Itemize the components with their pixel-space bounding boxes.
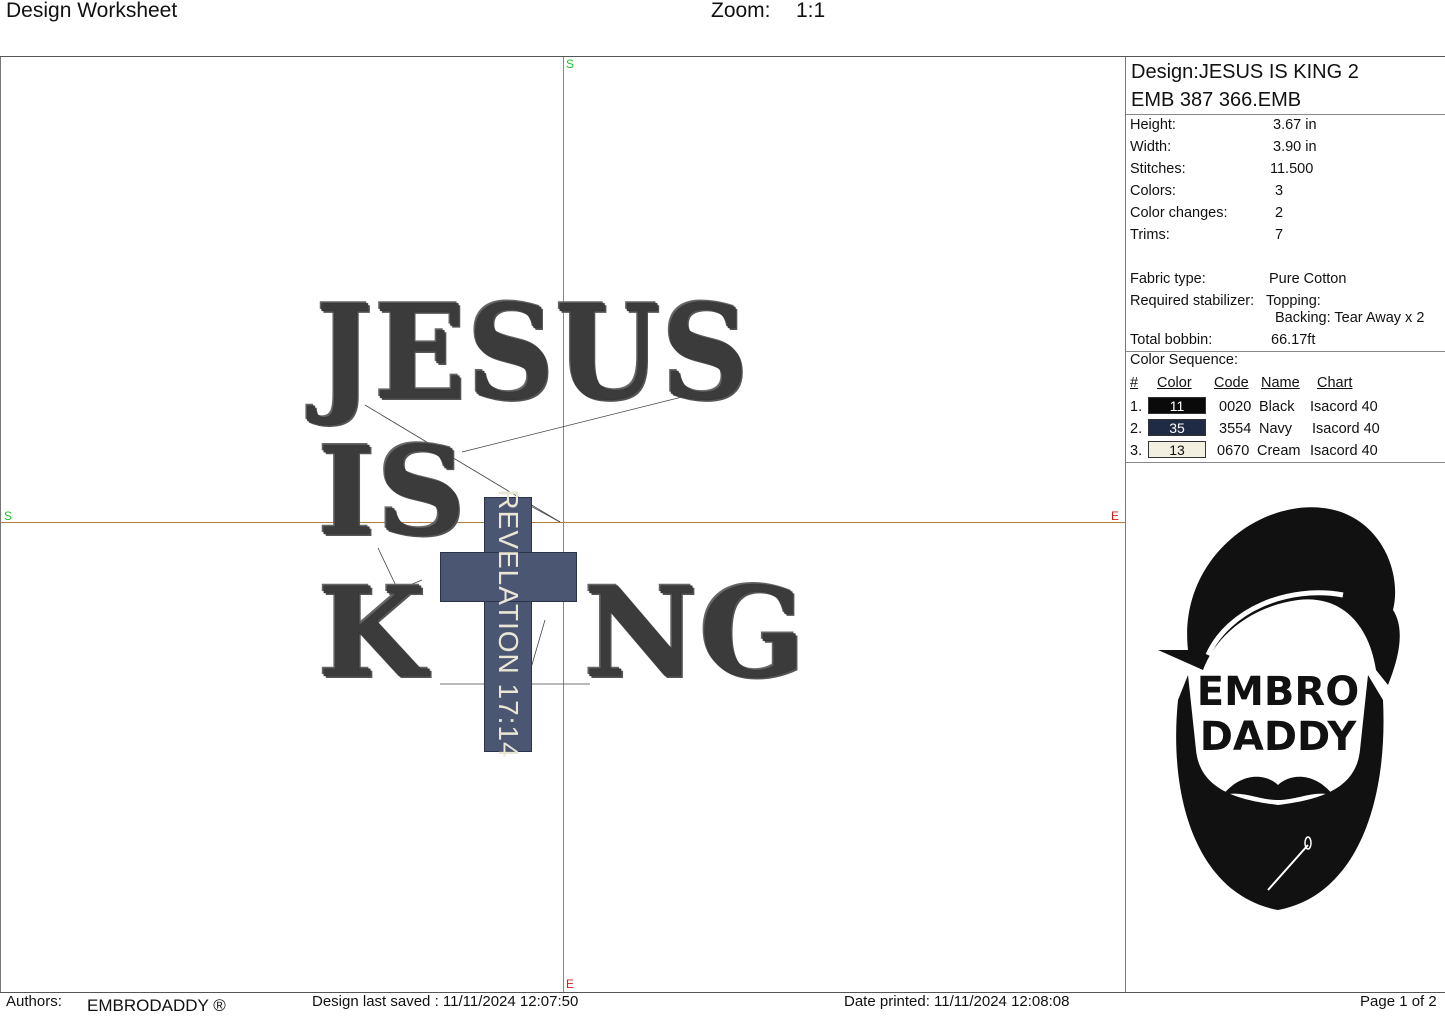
col-num-header: # [1130,375,1139,391]
design-letter-k: K [318,561,428,706]
color-name: Black [1259,399,1295,415]
col-color-header: Color [1157,375,1192,391]
stabilizer-label: Required stabilizer: [1130,293,1255,309]
last-saved: Design last saved : 11/11/2024 12:07:50 [312,993,579,1010]
col-name-header: Name [1261,375,1300,391]
color-code: 0670 [1217,443,1250,459]
stat-value: 2 [1275,205,1284,221]
panel-divider [1126,462,1445,463]
bobbin-label: Total bobbin: [1130,332,1213,348]
jump-stitch-lines [364,394,691,741]
stat-label: Color changes: [1130,205,1228,221]
backing-value: Backing: Tear Away x 2 [1275,310,1425,326]
color-sequence-title: Color Sequence: [1130,352,1239,368]
stat-value: 3.67 in [1273,117,1317,133]
stat-value: 3.90 in [1273,139,1317,155]
date-printed: Date printed: 11/11/2024 12:08:08 [844,993,1070,1010]
stat-label: Colors: [1130,183,1176,199]
stat-label: Stitches: [1130,161,1186,177]
color-row-number: 3. [1130,443,1143,459]
stat-label: Height: [1130,117,1176,133]
col-code-header: Code [1214,375,1249,391]
color-swatch: 13 [1148,441,1206,458]
stat-label: Width: [1130,139,1172,155]
color-row-number: 2. [1130,421,1143,437]
logo-line-1: EMBRO [1197,669,1359,715]
footer-divider [0,992,1445,993]
stat-value: 11.500 [1270,161,1314,177]
stat-value: 3 [1275,183,1284,199]
authors-label: Authors: [6,993,62,1010]
logo-line-2: DADDY [1200,714,1358,760]
fabric-value: Pure Cotton [1269,271,1347,287]
embrodaddy-logo: EMBRO DADDY [1158,507,1400,910]
design-word-is: IS [318,419,468,563]
stat-value: 7 [1275,227,1284,243]
color-code: 3554 [1219,421,1252,437]
color-code: 0020 [1219,399,1252,415]
design-word-jesus: JESUS [316,276,750,429]
page-number: Page 1 of 2 [1360,993,1437,1010]
color-chart: Isacord 40 [1312,421,1380,437]
color-row-number: 1. [1130,399,1143,415]
authors-value: EMBRODADDY ® [87,996,226,1015]
cross-verse-text: REVELATION 17:14 [493,489,524,759]
color-name: Navy [1259,421,1293,437]
color-swatch: 35 [1148,419,1206,436]
design-name: Design:JESUS IS KING 2 EMB 387 366.EMB [1131,58,1359,114]
stat-label: Trims: [1130,227,1170,243]
design-letters-ng: NG [584,561,808,706]
fabric-label: Fabric type: [1130,271,1206,287]
color-swatch: 11 [1148,397,1206,414]
bobbin-value: 66.17ft [1271,332,1316,348]
design-file: EMB 387 366.EMB [1131,89,1302,111]
col-chart-header: Chart [1317,375,1353,391]
design-title: Design:JESUS IS KING 2 [1131,61,1359,83]
color-chart: Isacord 40 [1310,399,1378,415]
color-name: Cream [1257,443,1301,459]
color-chart: Isacord 40 [1310,443,1378,459]
